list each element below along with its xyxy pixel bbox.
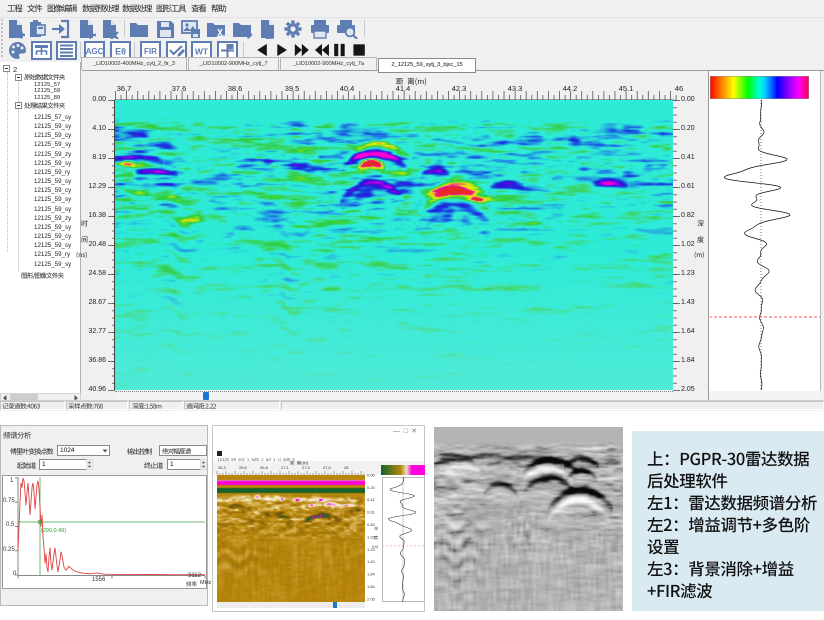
svg-text:0.00: 0.00 [367, 473, 376, 477]
svg-text:1.02: 1.02 [367, 534, 376, 539]
svg-text:AGC: AGC [86, 47, 104, 56]
svg-text:0.41: 0.41 [367, 497, 376, 502]
svg-text:1.84: 1.84 [367, 584, 376, 589]
svg-text:26.6: 26.6 [239, 465, 248, 470]
svg-text:1.43: 1.43 [367, 559, 376, 564]
svg-text:0.82: 0.82 [367, 522, 376, 527]
svg-text:Eθ: Eθ [115, 47, 126, 57]
svg-text:1.64: 1.64 [367, 572, 376, 577]
svg-text:WT: WT [195, 47, 209, 57]
svg-text:0.20: 0.20 [367, 485, 376, 490]
svg-text:27.3: 27.3 [302, 465, 311, 470]
svg-text:27.1: 27.1 [281, 465, 290, 470]
svg-text:27.6: 27.6 [323, 465, 332, 470]
svg-text:0.61: 0.61 [367, 510, 376, 515]
svg-text:2.05: 2.05 [367, 596, 376, 601]
svg-text:FIR: FIR [144, 47, 157, 56]
svg-text:26.3: 26.3 [218, 465, 227, 470]
svg-text:28: 28 [344, 465, 349, 470]
svg-text:26.8: 26.8 [260, 465, 269, 470]
svg-text:1.23: 1.23 [367, 547, 376, 552]
